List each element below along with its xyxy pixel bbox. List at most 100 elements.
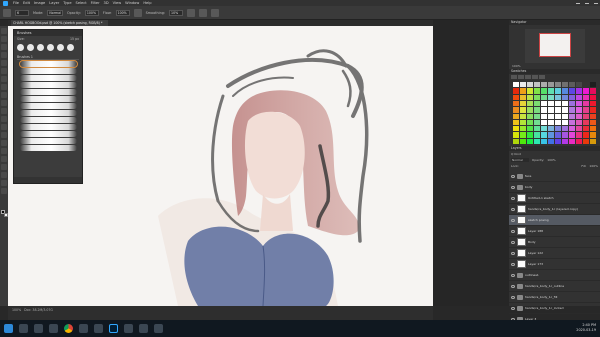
lasso-tool-icon[interactable] <box>1 44 7 50</box>
swatch[interactable] <box>513 132 519 138</box>
app-icon[interactable] <box>154 324 163 333</box>
swatch[interactable] <box>569 88 575 94</box>
swatch[interactable] <box>562 113 568 119</box>
close-icon[interactable] <box>594 2 598 4</box>
swatch[interactable] <box>534 132 540 138</box>
hand-tool-icon[interactable] <box>1 172 7 178</box>
swatch[interactable] <box>576 138 582 144</box>
eyedropper-tool-icon[interactable] <box>1 68 7 74</box>
swatch[interactable] <box>548 82 554 88</box>
swatch[interactable] <box>583 138 589 144</box>
brush-preset-tip[interactable] <box>17 44 24 51</box>
brush-stroke-preview[interactable] <box>20 103 77 109</box>
healing-tool-icon[interactable] <box>1 76 7 82</box>
swatch[interactable] <box>520 94 526 100</box>
blur-tool-icon[interactable] <box>1 124 7 130</box>
swatch[interactable] <box>590 107 596 113</box>
swatch[interactable] <box>583 126 589 132</box>
chrome-icon[interactable] <box>64 324 73 333</box>
swatch[interactable] <box>541 119 547 126</box>
layer-row[interactable]: Untitled-1 sketch <box>509 193 600 204</box>
swatch[interactable] <box>555 94 561 100</box>
swatch[interactable] <box>527 138 533 144</box>
swatch[interactable] <box>555 119 561 126</box>
swatch[interactable] <box>583 94 589 100</box>
swatch[interactable] <box>513 113 519 119</box>
brush-stroke-preview[interactable] <box>20 124 77 130</box>
menu-3d[interactable]: 3D <box>104 1 109 5</box>
path-select-tool-icon[interactable] <box>1 156 7 162</box>
swatch[interactable] <box>527 100 533 107</box>
menu-view[interactable]: View <box>113 1 122 5</box>
dodge-tool-icon[interactable] <box>1 132 7 138</box>
angle-icon[interactable] <box>199 8 208 17</box>
menu-layer[interactable]: Layer <box>49 1 59 5</box>
menu-window[interactable]: Window <box>125 1 139 5</box>
swatch[interactable] <box>527 82 533 88</box>
swatch[interactable] <box>527 88 533 94</box>
layers-blend-mode[interactable]: Normal <box>511 158 529 162</box>
swatch[interactable] <box>527 119 533 126</box>
swatch[interactable] <box>527 126 533 132</box>
maximize-icon[interactable] <box>585 2 589 4</box>
menu-file[interactable]: File <box>13 1 19 5</box>
swatch[interactable] <box>590 100 596 107</box>
menu-edit[interactable]: Edit <box>23 1 30 5</box>
swatch[interactable] <box>569 126 575 132</box>
layer-group-row[interactable]: face <box>509 171 600 182</box>
pressure-size-icon[interactable] <box>211 8 220 17</box>
swatch[interactable] <box>534 100 540 107</box>
swatch[interactable] <box>534 113 540 119</box>
swatch[interactable] <box>583 119 589 126</box>
swatch[interactable] <box>520 82 526 88</box>
swatch[interactable] <box>569 107 575 113</box>
swatch[interactable] <box>534 94 540 100</box>
minimize-icon[interactable] <box>576 2 580 4</box>
swatch[interactable] <box>576 100 582 107</box>
layer-row[interactable]: hands/cs_body_1c (layered copy) <box>509 204 600 215</box>
brush-stroke-preview[interactable] <box>20 89 77 95</box>
swatch[interactable] <box>583 82 589 88</box>
swatch[interactable] <box>548 138 554 144</box>
swatch[interactable] <box>520 119 526 126</box>
swatch[interactable] <box>520 100 526 107</box>
swatch[interactable] <box>541 94 547 100</box>
swatch[interactable] <box>513 138 519 144</box>
quick-select-tool-icon[interactable] <box>1 52 7 58</box>
brush-stroke-preview[interactable] <box>20 117 77 123</box>
stamp-tool-icon[interactable] <box>1 92 7 98</box>
swatch[interactable] <box>548 94 554 100</box>
swatch[interactable] <box>576 107 582 113</box>
swatch[interactable] <box>541 100 547 107</box>
swatch[interactable] <box>520 107 526 113</box>
swatch[interactable] <box>548 119 554 126</box>
brush-stroke-preview[interactable] <box>20 110 77 116</box>
swatch[interactable] <box>569 100 575 107</box>
brush-preset-tip[interactable] <box>27 44 34 51</box>
brush-group-header[interactable]: Brushes 1 <box>17 55 79 60</box>
eye-icon[interactable] <box>511 229 515 233</box>
navigator-panel-title[interactable]: Navigator <box>509 20 600 25</box>
swatch[interactable] <box>590 132 596 138</box>
color-swatches-fg-bg[interactable] <box>1 210 8 217</box>
swatch[interactable] <box>527 94 533 100</box>
swatch[interactable] <box>513 126 519 132</box>
brush-stroke-preview[interactable] <box>20 131 77 137</box>
layer-group-row[interactable]: body <box>509 182 600 193</box>
edit-toolbar-tool-icon[interactable] <box>1 188 7 194</box>
swatch[interactable] <box>541 82 547 88</box>
swatch[interactable] <box>548 113 554 119</box>
swatch[interactable] <box>548 126 554 132</box>
swatch[interactable] <box>583 88 589 94</box>
eye-icon[interactable] <box>511 218 515 222</box>
navigator-view-box[interactable] <box>538 33 571 57</box>
layer-row[interactable]: sketch posing <box>509 215 600 226</box>
eye-icon[interactable] <box>511 196 515 200</box>
swatch[interactable] <box>513 100 519 107</box>
shape-tool-icon[interactable] <box>1 164 7 170</box>
brush-stroke-preview[interactable] <box>19 60 78 68</box>
app-icon[interactable] <box>94 324 103 333</box>
app-icon[interactable] <box>124 324 133 333</box>
brush-preset-tip[interactable] <box>67 44 74 51</box>
swatch[interactable] <box>527 113 533 119</box>
